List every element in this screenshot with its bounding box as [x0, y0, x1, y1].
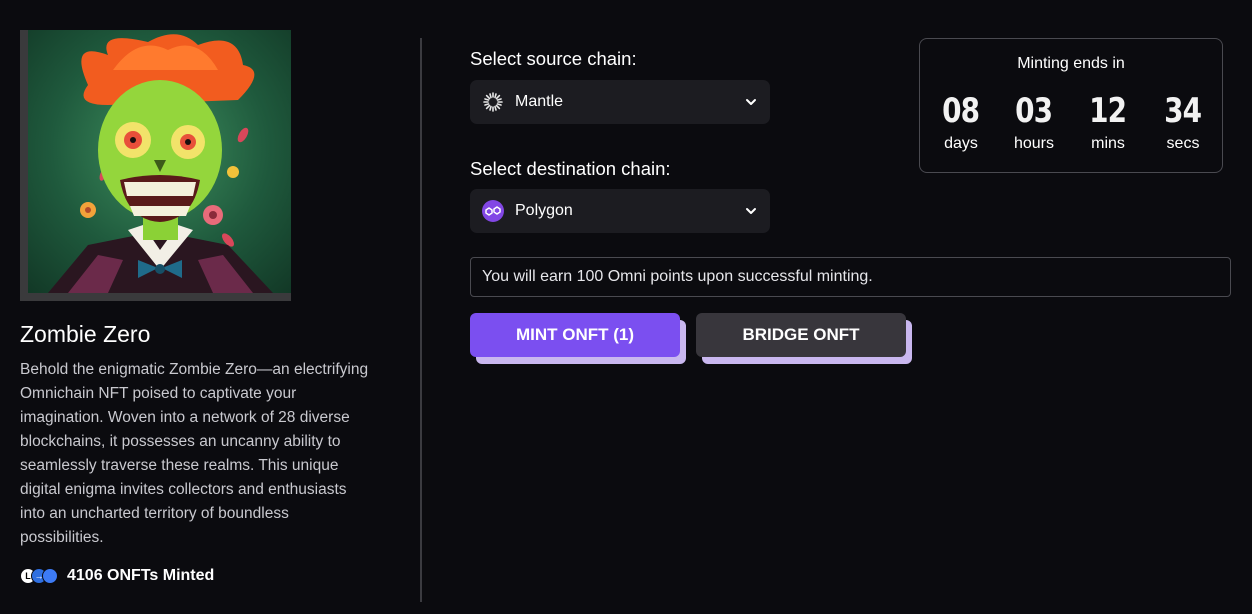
nft-panel: Zombie Zero Behold the enigmatic Zombie … [20, 30, 380, 585]
polygon-icon [482, 200, 504, 222]
nft-artwork [28, 30, 291, 293]
countdown-mins-label: mins [1091, 135, 1125, 152]
mint-countdown: Minting ends in 08 days 03 hours 12 mins… [919, 38, 1223, 173]
minted-count-text: 4106 ONFTs Minted [67, 567, 215, 584]
countdown-days: 08 days [926, 91, 996, 153]
column-divider [420, 38, 422, 602]
destination-chain-select[interactable]: Polygon [470, 189, 770, 233]
countdown-hours: 03 hours [999, 91, 1069, 153]
mantle-icon [482, 91, 504, 113]
chain-badge-icon [42, 568, 58, 584]
countdown-mins: 12 mins [1073, 91, 1143, 153]
countdown-title: Minting ends in [1017, 55, 1125, 72]
destination-chain-value: Polygon [515, 202, 573, 219]
page: Zombie Zero Behold the enigmatic Zombie … [0, 0, 1252, 614]
countdown-days-label: days [944, 135, 978, 152]
minted-count: L → 4106 ONFTs Minted [20, 567, 380, 585]
bridge-button-group: BRIDGE ONFT [696, 313, 912, 365]
chain-badge-stack: L → [20, 568, 58, 584]
nft-description: Behold the enigmatic Zombie Zero—an elec… [20, 361, 369, 546]
countdown-secs-label: secs [1166, 135, 1200, 152]
countdown-hours-value: 03 [1015, 91, 1053, 131]
countdown-days-value: 08 [942, 91, 980, 131]
nft-artwork-frame [20, 30, 291, 301]
mint-onft-button[interactable]: MINT ONFT (1) [470, 313, 680, 357]
countdown-mins-value: 12 [1089, 91, 1127, 131]
source-chain-value: Mantle [515, 93, 564, 110]
chevron-down-icon [746, 99, 756, 105]
nft-title: Zombie Zero [20, 321, 151, 347]
countdown-hours-label: hours [1013, 135, 1055, 152]
bridge-onft-button[interactable]: BRIDGE ONFT [696, 313, 906, 357]
mint-button-group: MINT ONFT (1) [470, 313, 686, 365]
omni-points-info: You will earn 100 Omni points upon succe… [470, 257, 1231, 297]
zombie-illustration [48, 34, 273, 293]
countdown-secs: 34 secs [1148, 91, 1218, 153]
destination-chain-label: Select destination chain: [470, 158, 671, 179]
source-chain-label: Select source chain: [470, 48, 637, 69]
countdown-secs-value: 34 [1164, 91, 1202, 131]
chevron-down-icon [746, 208, 756, 214]
source-chain-select[interactable]: Mantle [470, 80, 770, 124]
